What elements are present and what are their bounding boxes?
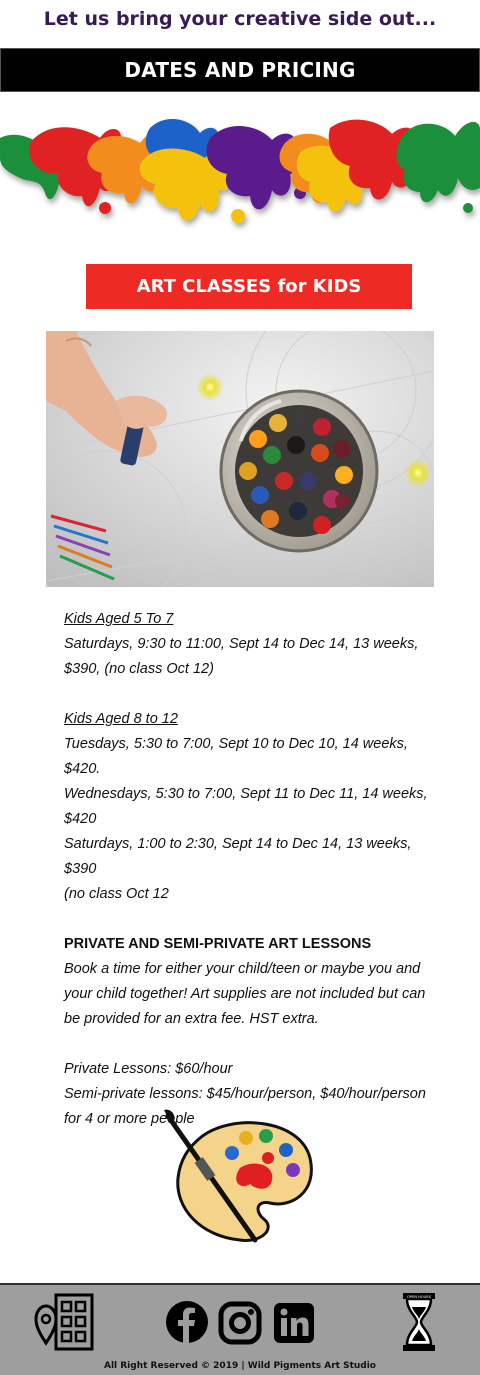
tagline: Let us bring your creative side out... bbox=[43, 8, 437, 30]
group2-line: Tuesdays, 5:30 to 7:00, Sept 10 to Dec 1… bbox=[64, 736, 408, 777]
art-classes-for-kids-button[interactable]: ART CLASSES for KIDS bbox=[86, 264, 412, 309]
section-title: DATES AND PRICING bbox=[124, 58, 356, 82]
art-classes-button-label: ART CLASSES for KIDS bbox=[136, 276, 362, 297]
crayons-photo bbox=[46, 331, 434, 587]
group2-line: Wednesdays, 5:30 to 7:00, Sept 11 to Dec… bbox=[64, 786, 428, 802]
footer: OPEN HOURS All Right Reserved © 2019 | W… bbox=[0, 1283, 480, 1375]
facebook-icon[interactable] bbox=[166, 1301, 208, 1343]
location-building-icon[interactable] bbox=[34, 1293, 96, 1351]
private-pricing-line: Semi-private lessons: $45/hour/person, $… bbox=[64, 1086, 426, 1102]
paint-palette-icon bbox=[164, 1109, 313, 1243]
private-lessons-heading: PRIVATE AND SEMI-PRIVATE ART LESSONS bbox=[64, 936, 372, 952]
group1-title: Kids Aged 5 To 7 bbox=[64, 611, 174, 627]
group2-title: Kids Aged 8 to 12 bbox=[64, 711, 178, 727]
group2-line: Saturdays, 1:00 to 2:30, Sept 14 to Dec … bbox=[64, 836, 412, 877]
private-description-line: be provided for an extra fee. HST extra. bbox=[64, 1011, 319, 1027]
open-hours-label: OPEN HOURS bbox=[407, 1295, 432, 1299]
group1-line: Saturdays, 9:30 to 11:00, Sept 14 to Dec… bbox=[64, 636, 419, 652]
paint-splash-banner bbox=[0, 118, 480, 223]
linkedin-icon[interactable] bbox=[274, 1303, 314, 1343]
pricing-content: Kids Aged 5 To 7 Saturdays, 9:30 to 11:0… bbox=[64, 607, 444, 1132]
group2-line: (no class Oct 12 bbox=[64, 886, 169, 902]
group2-line: $420 bbox=[64, 811, 97, 827]
copyright-text: All Right Reserved © 2019 | Wild Pigment… bbox=[103, 1361, 376, 1371]
private-description-line: your child together! Art supplies are no… bbox=[64, 986, 426, 1002]
private-pricing-line: Private Lessons: $60/hour bbox=[64, 1061, 233, 1077]
open-hours-hourglass-icon[interactable]: OPEN HOURS bbox=[402, 1291, 436, 1353]
group1-line: $390, (no class Oct 12) bbox=[64, 661, 214, 677]
instagram-icon[interactable] bbox=[218, 1301, 262, 1345]
section-title-bar: DATES AND PRICING bbox=[0, 48, 480, 92]
private-description-line: Book a time for either your child/teen o… bbox=[64, 961, 421, 977]
